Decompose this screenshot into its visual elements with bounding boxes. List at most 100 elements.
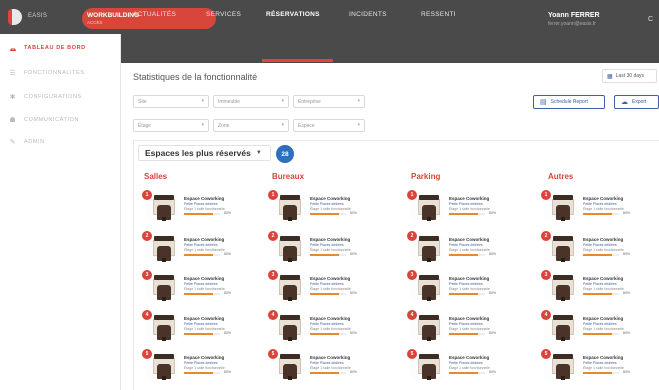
space-location: Étage 1 salle fonctionnelle	[583, 327, 624, 331]
space-name: Espace Coworking	[184, 276, 225, 281]
occupancy-bar	[583, 372, 619, 374]
space-photo-lamp	[553, 354, 573, 359]
filter-site[interactable]: Site ▾	[133, 95, 209, 108]
filter-zone[interactable]: Zone ▾	[213, 119, 289, 132]
site-sub: ACCÈS	[87, 20, 103, 25]
space-thumbnail: 5	[142, 349, 179, 380]
space-name: Espace Coworking	[184, 196, 225, 201]
space-item[interactable]: 5 Espace Coworking Petite Places dédiées Ét…	[407, 349, 520, 380]
space-name: Espace Coworking	[184, 237, 225, 242]
rank-badge: 2	[407, 231, 417, 241]
space-item[interactable]: 1 Espace Coworking Petite Places dédiées Ét…	[268, 190, 381, 221]
occupancy-bar-fill	[449, 293, 478, 295]
space-thumbnail: 3	[407, 270, 444, 301]
space-item[interactable]: 3 Espace Coworking Petite Places dédiées Ét…	[407, 270, 520, 301]
sidebar-item-configurations[interactable]: ✱ CONFIGURATIONS	[0, 85, 121, 109]
rank-badge: 4	[541, 310, 551, 320]
space-item[interactable]: 2 Espace Coworking Petite Places dédiées Ét…	[541, 231, 654, 262]
space-thumbnail: 5	[268, 349, 305, 380]
user-menu[interactable]: Yoann FERRER ferrer.yoann@easis.fr	[548, 12, 600, 27]
space-name: Espace Coworking	[449, 355, 490, 360]
space-photo-lamp	[553, 275, 573, 280]
occupancy-bar	[583, 333, 619, 335]
space-item[interactable]: 5 Espace Coworking Petite Places dédiées Ét…	[268, 349, 381, 380]
space-subtitle: Petite Places dédiées	[310, 361, 344, 365]
filter-etage[interactable]: Étage ▾	[133, 119, 209, 132]
space-item[interactable]: 4 Espace Coworking Petite Places dédiées Ét…	[268, 310, 381, 341]
occupancy-bar	[449, 293, 485, 295]
column-header-salles: Salles	[144, 172, 168, 181]
space-item[interactable]: 3 Espace Coworking Petite Places dédiées Ét…	[142, 270, 255, 301]
space-photo-chair-leg	[288, 297, 292, 301]
spaces-selector[interactable]: Espaces les plus réservés ▼	[138, 145, 271, 161]
sidebar-item-communication[interactable]: ☗ COMMUNICATION	[0, 108, 121, 132]
tab-incidents[interactable]: INCIDENTS	[349, 11, 387, 18]
space-subtitle: Petite Places dédiées	[449, 202, 483, 206]
sidebar-item-label: CONFIGURATIONS	[24, 94, 82, 100]
site-name: WORKBUILDING	[87, 12, 139, 19]
rank-badge: 4	[142, 310, 152, 320]
space-item[interactable]: 3 Espace Coworking Petite Places dédiées Ét…	[541, 270, 654, 301]
space-item[interactable]: 2 Espace Coworking Petite Places dédiées Ét…	[268, 231, 381, 262]
space-photo-chair-leg	[162, 297, 166, 301]
space-location: Étage 1 salle fonctionnelle	[449, 248, 490, 252]
space-photo-chair-leg	[427, 376, 431, 380]
tab-services[interactable]: SERVICES	[206, 11, 241, 18]
filter-label: Espace	[298, 122, 315, 129]
space-item[interactable]: 2 Espace Coworking Petite Places dédiées Ét…	[407, 231, 520, 262]
chevron-down-icon: ▾	[201, 122, 204, 128]
space-subtitle: Petite Places dédiées	[449, 322, 483, 326]
rank-badge: 4	[407, 310, 417, 320]
space-thumbnail: 5	[541, 349, 578, 380]
occupancy-bar-fill	[184, 333, 213, 335]
user-email: ferrer.yoann@easis.fr	[548, 21, 596, 27]
filter-entreprise[interactable]: Entreprise ▾	[293, 95, 365, 108]
sidebar-item-label: TABLEAU DE BORD	[24, 45, 86, 51]
column-header-parking: Parking	[411, 172, 441, 181]
space-item[interactable]: 5 Espace Coworking Petite Places dédiées Ét…	[142, 349, 255, 380]
space-item[interactable]: 4 Espace Coworking Petite Places dédiées Ét…	[541, 310, 654, 341]
space-item[interactable]: 4 Espace Coworking Petite Places dédiées Ét…	[407, 310, 520, 341]
filter-immeuble[interactable]: Immeuble ▾	[213, 95, 289, 108]
space-item[interactable]: 5 Espace Coworking Petite Places dédiées Ét…	[541, 349, 654, 380]
gear-icon: ✱	[9, 94, 16, 101]
space-photo-chair-leg	[427, 297, 431, 301]
schedule-report-button[interactable]: ▤ Schedule Report	[533, 95, 605, 109]
occupancy-bar	[449, 372, 485, 374]
occupancy-bar-fill	[583, 213, 612, 215]
tab-actualites[interactable]: ACTUALITÉS	[133, 11, 176, 18]
period-button[interactable]: ▦ Last 30 days	[602, 69, 657, 83]
tab-ressenti[interactable]: RESSENTI	[421, 11, 456, 18]
space-photo-lamp	[419, 236, 439, 241]
filter-label: Étage	[138, 122, 152, 129]
space-photo-chair-leg	[561, 258, 565, 262]
space-thumbnail: 5	[407, 349, 444, 380]
space-photo-lamp	[154, 315, 174, 320]
space-location: Étage 1 salle fonctionnelle	[310, 366, 351, 370]
user-name: Yoann FERRER	[548, 12, 600, 19]
space-subtitle: Petite Places dédiées	[449, 361, 483, 365]
filter-espace[interactable]: Espace ▾	[293, 119, 365, 132]
space-location: Étage 1 salle fonctionnelle	[310, 248, 351, 252]
occupancy-percent: 80%	[350, 291, 358, 295]
space-name: Espace Coworking	[310, 355, 351, 360]
occupancy-bar-fill	[583, 293, 612, 295]
occupancy-bar-fill	[184, 293, 213, 295]
space-photo-lamp	[553, 195, 573, 200]
space-item[interactable]: 1 Espace Coworking Petite Places dédiées Ét…	[541, 190, 654, 221]
export-button[interactable]: ☁ Export	[614, 95, 659, 109]
space-item[interactable]: 3 Espace Coworking Petite Places dédiées Ét…	[268, 270, 381, 301]
space-name: Espace Coworking	[583, 196, 624, 201]
sidebar-item-tableau-de-bord[interactable]: TABLEAU DE BORD	[0, 36, 121, 60]
space-item[interactable]: 4 Espace Coworking Petite Places dédiées Ét…	[142, 310, 255, 341]
space-item[interactable]: 1 Espace Coworking Petite Places dédiées Ét…	[142, 190, 255, 221]
sidebar-item-admin[interactable]: ✎ ADMIN	[0, 130, 121, 154]
space-photo-chair-leg	[561, 376, 565, 380]
space-item[interactable]: 1 Espace Coworking Petite Places dédiées Ét…	[407, 190, 520, 221]
sidebar-item-fonctionnalites[interactable]: ☰ FONCTIONNALITÉS	[0, 61, 121, 85]
space-item[interactable]: 2 Espace Coworking Petite Places dédiées Ét…	[142, 231, 255, 262]
filter-label: Site	[138, 98, 147, 105]
logo-icon[interactable]	[8, 9, 22, 25]
tab-reservations[interactable]: RÉSERVATIONS	[266, 11, 320, 18]
space-location: Étage 1 salle fonctionnelle	[184, 287, 225, 291]
